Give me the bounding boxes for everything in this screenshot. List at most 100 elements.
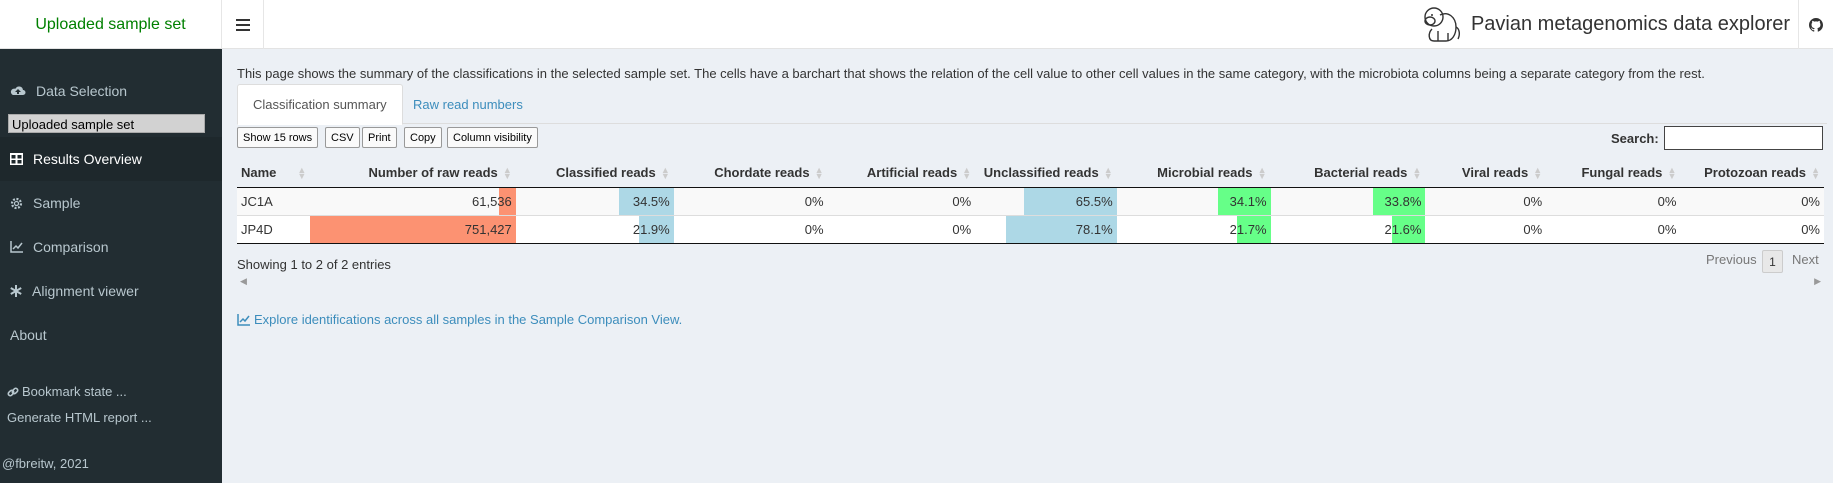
tab-bar: Classification summary Raw read numbers: [237, 84, 1827, 125]
sort-icon[interactable]: ▲ ▼: [1533, 166, 1542, 181]
cloud-upload-icon: [10, 86, 26, 95]
cell-value: 0%: [1657, 221, 1677, 237]
column-header[interactable]: Fungal reads ▲ ▼: [1546, 159, 1681, 188]
page-1-button[interactable]: 1: [1762, 250, 1783, 273]
sort-icon[interactable]: ▲ ▼: [1258, 166, 1267, 181]
github-link[interactable]: [1799, 0, 1833, 49]
cell-value: 0%: [1523, 221, 1543, 237]
cell-value: JC1A: [241, 193, 273, 209]
column-header[interactable]: Bacterial reads ▲ ▼: [1270, 159, 1426, 188]
sort-icon[interactable]: ▲ ▼: [1104, 166, 1113, 181]
column-header-label: Number of raw reads: [368, 165, 498, 181]
column-header-label: Unclassified reads: [983, 165, 1099, 181]
table-cell: JC1A: [237, 186, 311, 215]
column-header-label: Artificial reads: [866, 165, 958, 181]
table-icon: [10, 153, 23, 165]
sort-icon[interactable]: ▲ ▼: [1412, 166, 1421, 181]
csv-button[interactable]: CSV: [325, 127, 360, 148]
column-header[interactable]: Artificial reads ▲ ▼: [827, 159, 976, 188]
explore-link-label: Explore identifications across all sampl…: [254, 312, 683, 327]
cell-value: 751,427: [464, 221, 512, 237]
column-header-label: Fungal reads: [1581, 165, 1663, 181]
table-cell: 0%: [673, 214, 828, 244]
cell-value: 0%: [952, 221, 972, 237]
cell-value: 0%: [1523, 193, 1543, 209]
tab-raw-read-numbers[interactable]: Raw read numbers: [398, 84, 538, 125]
sidebar: Data Selection Uploaded sample set Resul…: [0, 49, 222, 483]
scroll-left-icon[interactable]: ◀: [240, 276, 247, 287]
print-button[interactable]: Print: [362, 127, 397, 148]
sidebar-item-data-selection[interactable]: Data Selection: [0, 69, 222, 113]
sidebar-item-about[interactable]: About: [0, 313, 222, 357]
column-header[interactable]: Unclassified reads ▲ ▼: [975, 159, 1117, 188]
summary-table: Name ▲ ▼ Number of raw reads ▲ ▼ Classified re…: [237, 159, 1824, 244]
previous-page-button[interactable]: Previous: [1706, 252, 1757, 267]
sort-icon[interactable]: ▲ ▼: [503, 166, 512, 181]
logo[interactable]: Uploaded sample set: [0, 0, 222, 49]
sidebar-item-comparison[interactable]: Comparison: [0, 225, 222, 269]
column-header[interactable]: Name ▲ ▼: [237, 159, 311, 188]
search-label: Search:: [1611, 131, 1659, 146]
sidebar-item-label: Sample: [33, 195, 81, 211]
sidebar-item-label: Comparison: [33, 239, 109, 255]
line-chart-icon: [10, 241, 23, 253]
sidebar-item-sample[interactable]: Sample: [0, 181, 222, 225]
column-header-label: Name: [241, 165, 277, 181]
column-visibility-button[interactable]: Column visibility: [447, 127, 538, 148]
cell-value: 34.1%: [1229, 193, 1267, 209]
tab-classification-summary[interactable]: Classification summary: [237, 84, 403, 125]
cell-value: 21.7%: [1229, 221, 1267, 237]
bookmark-link[interactable]: Bookmark state ...: [7, 384, 127, 399]
sidebar-toggle-button[interactable]: [222, 0, 264, 49]
search-input[interactable]: [1664, 126, 1823, 150]
column-header[interactable]: Number of raw reads ▲ ▼: [310, 159, 516, 188]
sidebar-item-label: Data Selection: [36, 83, 128, 99]
table-cell: 78.1%: [975, 214, 1117, 244]
sidebar-item-label: Results Overview: [33, 151, 142, 167]
table-cell: 65.5%: [975, 186, 1117, 215]
cell-value: 34.5%: [632, 193, 670, 209]
table-cell: 21.9%: [515, 214, 674, 244]
column-header[interactable]: Chordate reads ▲ ▼: [673, 159, 828, 188]
sort-icon[interactable]: ▲ ▼: [1811, 166, 1820, 181]
bookmark-label: Bookmark state ...: [22, 384, 127, 399]
column-header[interactable]: Microbial reads ▲ ▼: [1116, 159, 1271, 188]
next-page-button[interactable]: Next: [1792, 252, 1819, 267]
sample-set-select[interactable]: Uploaded sample set: [8, 114, 205, 133]
table-cell: 0%: [1425, 214, 1547, 244]
table-cell: 0%: [1680, 186, 1824, 215]
table-cell: 61,536: [310, 186, 516, 215]
table-cell: 0%: [1546, 214, 1681, 244]
column-header-label: Protozoan reads: [1704, 165, 1806, 181]
footer-credit: @fbreitw, 2021: [2, 456, 89, 471]
cell-value: 21.9%: [632, 221, 670, 237]
show-rows-button[interactable]: Show 15 rows: [237, 127, 319, 148]
horizontal-scrollbar[interactable]: ◀ ▶: [237, 276, 1824, 290]
scroll-right-icon[interactable]: ▶: [1814, 276, 1821, 287]
table-cell: JP4D: [237, 214, 311, 244]
table-cell: 33.8%: [1270, 186, 1426, 215]
table-cell: 0%: [673, 186, 828, 215]
explore-comparison-link[interactable]: Explore identifications across all sampl…: [237, 312, 682, 327]
cell-value: 0%: [804, 221, 824, 237]
table-cell: 34.5%: [515, 186, 674, 215]
sort-icon[interactable]: ▲ ▼: [962, 166, 971, 181]
sidebar-item-alignment-viewer[interactable]: Alignment viewer: [0, 269, 222, 313]
cell-value: 0%: [804, 193, 824, 209]
sidebar-item-results-overview[interactable]: Results Overview: [0, 137, 222, 181]
generate-report-link[interactable]: Generate HTML report ...: [7, 410, 152, 425]
sort-icon[interactable]: ▲ ▼: [1667, 166, 1676, 181]
cell-value: JP4D: [241, 221, 273, 237]
sort-icon[interactable]: ▲ ▼: [815, 166, 824, 181]
link-icon: [7, 386, 19, 397]
sort-icon[interactable]: ▲ ▼: [661, 166, 670, 181]
table-row: JP4D 751,427 21.9% 0% 0% 78.1% 21.7% 21.6% 0% 0% 0…: [237, 214, 1824, 244]
sort-icon[interactable]: ▲ ▼: [297, 166, 306, 181]
column-header[interactable]: Classified reads ▲ ▼: [515, 159, 674, 188]
top-header: Uploaded sample set Pavian metagenomics …: [0, 0, 1833, 49]
column-header[interactable]: Viral reads ▲ ▼: [1425, 159, 1547, 188]
cell-value: 65.5%: [1075, 193, 1113, 209]
copy-button[interactable]: Copy: [404, 127, 442, 148]
column-header[interactable]: Protozoan reads ▲ ▼: [1680, 159, 1824, 188]
cell-value: 33.8%: [1384, 193, 1422, 209]
